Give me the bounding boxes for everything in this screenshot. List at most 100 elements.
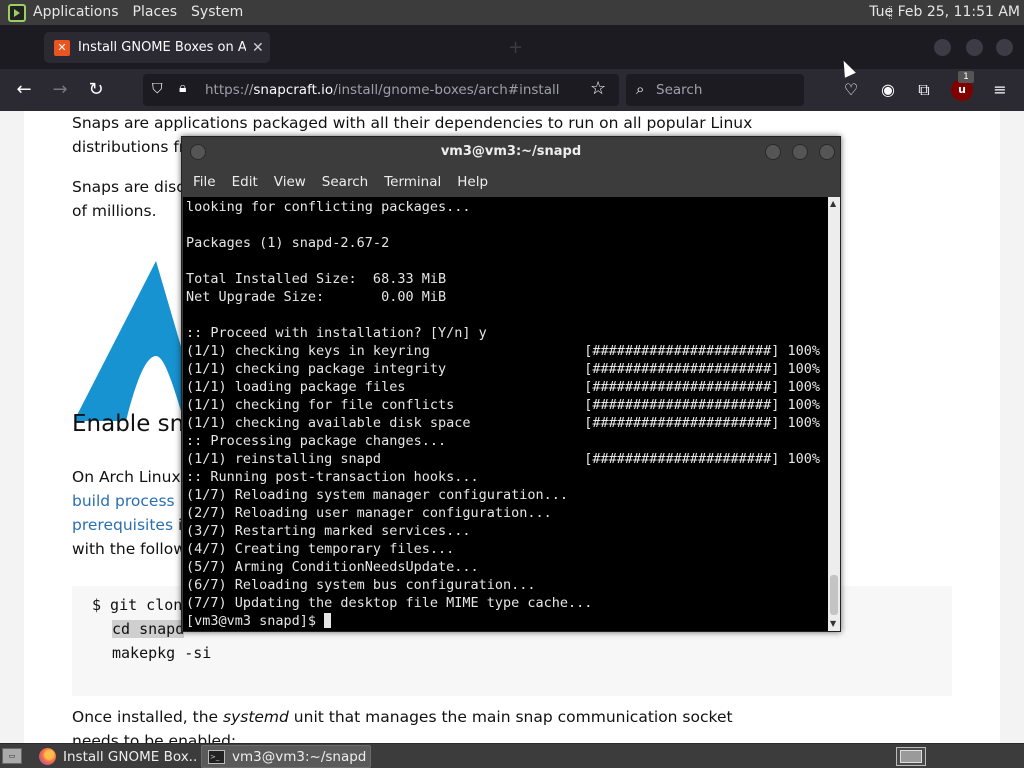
enable-snapd-heading: Enable sna xyxy=(72,411,199,437)
arch-text-line-2: build process is xyxy=(72,489,192,513)
search-bar[interactable]: ⌕ xyxy=(626,74,804,106)
forward-arrow-icon[interactable]: → xyxy=(48,78,72,102)
terminal-line: (1/1) checking keys in keyring [########… xyxy=(186,343,820,359)
bookmark-star-icon[interactable]: ☆ xyxy=(590,78,606,99)
url-text[interactable]: https://snapcraft.io/install/gnome-boxes… xyxy=(205,82,560,98)
terminal-line: :: Proceed with installation? [Y/n] y xyxy=(186,325,487,341)
terminal-line: Total Installed Size: 68.33 MiB xyxy=(186,271,447,287)
terminal-line: (7/7) Updating the desktop file MIME typ… xyxy=(186,595,593,611)
tab-title: Install GNOME Boxes on Arch Linux using … xyxy=(78,40,246,55)
scroll-up-arrow-icon[interactable]: ▲ xyxy=(830,199,836,208)
terminal-scrollbar[interactable]: ▲ ▼ xyxy=(828,197,840,631)
navigation-toolbar: ← → ↻ ⛉ 🔒︎ https://snapcraft.io/install/… xyxy=(0,69,1024,111)
terminal-menu-view[interactable]: View xyxy=(266,174,314,190)
terminal-line: (2/7) Reloading user manager configurati… xyxy=(186,505,552,521)
terminal-line: (3/7) Restarting marked services... xyxy=(186,523,471,539)
terminal-cursor xyxy=(324,613,332,628)
browser-tab-active[interactable]: ✕ Install GNOME Boxes on Arch Linux usin… xyxy=(44,32,270,63)
terminal-scrollbar-thumb[interactable] xyxy=(830,575,838,615)
prerequisites-link[interactable]: prerequisites xyxy=(72,516,173,534)
panel-clock[interactable]: Tue Feb 25, 11:51 AM xyxy=(869,0,1020,25)
taskbar-item-label: Install GNOME Box... xyxy=(63,748,197,765)
show-desktop-icon[interactable]: ▭ xyxy=(2,748,22,764)
terminal-line: (1/1) reinstalling snapd [##############… xyxy=(186,451,820,467)
lock-icon[interactable]: 🔒︎ xyxy=(179,80,186,96)
terminal-close-button[interactable] xyxy=(819,144,835,160)
terminal-maximize-button[interactable] xyxy=(792,144,808,160)
tab-close-icon[interactable]: ✕ xyxy=(252,40,264,56)
arch-text-line-1: On Arch Linux, xyxy=(72,468,186,486)
minimize-button[interactable] xyxy=(934,39,951,56)
close-window-button[interactable] xyxy=(996,39,1013,56)
extensions-icon[interactable]: ⧉ xyxy=(913,79,935,101)
terminal-line: (1/1) checking package integrity [######… xyxy=(186,361,820,377)
code-line-1: $ git clon xyxy=(92,596,183,614)
discover-text-line-2: of millions. xyxy=(72,202,157,220)
terminal-line: (6/7) Reloading system bus configuration… xyxy=(186,577,536,593)
terminal-menu-terminal[interactable]: Terminal xyxy=(376,174,449,190)
terminal-menubar: File Edit View Search Terminal Help xyxy=(182,167,840,197)
terminal-prompt[interactable]: [vm3@vm3 snapd]$ xyxy=(186,612,820,630)
terminal-line: :: Running post-transaction hooks... xyxy=(186,469,479,485)
terminal-icon: >_ xyxy=(208,749,225,764)
shield-icon[interactable]: ⛉ xyxy=(152,81,163,97)
workspace-1[interactable] xyxy=(900,750,922,763)
terminal-output: looking for conflicting packages... Pack… xyxy=(186,198,820,630)
terminal-title: vm3@vm3:~/snapd xyxy=(440,144,582,159)
terminal-line: Net Upgrade Size: 0.00 MiB xyxy=(186,289,447,305)
back-arrow-icon[interactable]: ← xyxy=(12,78,36,102)
search-icon: ⌕ xyxy=(636,80,645,98)
terminal-window[interactable]: vm3@vm3:~/snapd File Edit View Search Te… xyxy=(181,136,841,632)
pocket-icon[interactable]: ♡ xyxy=(840,79,862,101)
account-icon[interactable]: ◉ xyxy=(877,79,899,101)
terminal-titlebar[interactable]: vm3@vm3:~/snapd xyxy=(182,137,840,167)
once-text-line-1: Once installed, the systemd unit that ma… xyxy=(72,708,733,726)
terminal-line: Packages (1) snapd-2.67-2 xyxy=(186,235,390,251)
code-line-3: makepkg -si xyxy=(112,644,212,662)
scroll-down-arrow-icon[interactable]: ▼ xyxy=(830,619,836,628)
new-tab-icon[interactable]: + xyxy=(508,37,523,58)
taskbar-item-firefox[interactable]: Install GNOME Box... xyxy=(33,745,197,768)
applications-menu-icon[interactable] xyxy=(8,3,26,22)
terminal-minimize-button[interactable] xyxy=(765,144,781,160)
terminal-line: (4/7) Creating temporary files... xyxy=(186,541,455,557)
terminal-line: (1/1) loading package files [###########… xyxy=(186,379,820,395)
build-process-link[interactable]: build process xyxy=(72,492,175,510)
ublock-badge: 1 xyxy=(958,71,974,83)
terminal-menu-file[interactable]: File xyxy=(185,174,224,190)
once-text-line-2: needs to be enabled: xyxy=(72,732,237,743)
taskbar-item-terminal[interactable]: >_ vm3@vm3:~/snapd xyxy=(201,745,371,768)
code-line-2: cd snapd xyxy=(112,620,185,638)
discover-text-line-1: Snaps are disco xyxy=(72,178,195,196)
reload-icon[interactable]: ↻ xyxy=(84,78,108,102)
terminal-line: (1/7) Reloading system manager configura… xyxy=(186,487,569,503)
maximize-button[interactable] xyxy=(966,39,983,56)
places-menu[interactable]: Places xyxy=(126,0,185,25)
url-bar[interactable]: ⛉ 🔒︎ https://snapcraft.io/install/gnome-… xyxy=(143,74,619,106)
intro-text-line-1: Snaps are applications packaged with all… xyxy=(72,114,753,132)
terminal-line: (1/1) checking for file conflicts [#####… xyxy=(186,397,820,413)
snapcraft-icon: ✕ xyxy=(54,39,70,56)
intro-text-line-2: distributions fro xyxy=(72,138,195,156)
top-panel: Applications Places System Tue Feb 25, 1… xyxy=(0,0,1024,25)
arch-text-line-3: prerequisites in xyxy=(72,513,192,537)
arch-text-line-4: with the follow xyxy=(72,540,186,558)
terminal-menu-search[interactable]: Search xyxy=(314,174,376,190)
terminal-menu-edit[interactable]: Edit xyxy=(224,174,266,190)
system-menu[interactable]: System xyxy=(184,0,250,25)
terminal-line: (5/7) Arming ConditionNeedsUpdate... xyxy=(186,559,479,575)
taskbar-item-label: vm3@vm3:~/snapd xyxy=(232,748,367,765)
terminal-line: (1/1) checking available disk space [###… xyxy=(186,415,820,431)
terminal-line: :: Processing package changes... xyxy=(186,433,447,449)
terminal-screen[interactable]: looking for conflicting packages... Pack… xyxy=(183,197,828,631)
firefox-icon xyxy=(39,748,56,765)
search-input[interactable] xyxy=(656,77,796,103)
workspace-switcher[interactable] xyxy=(896,747,926,766)
applications-menu[interactable]: Applications xyxy=(26,0,126,25)
menu-icon[interactable]: ≡ xyxy=(989,79,1011,101)
terminal-menu-help[interactable]: Help xyxy=(449,174,496,190)
tab-bar: ✕ Install GNOME Boxes on Arch Linux usin… xyxy=(0,25,1024,69)
